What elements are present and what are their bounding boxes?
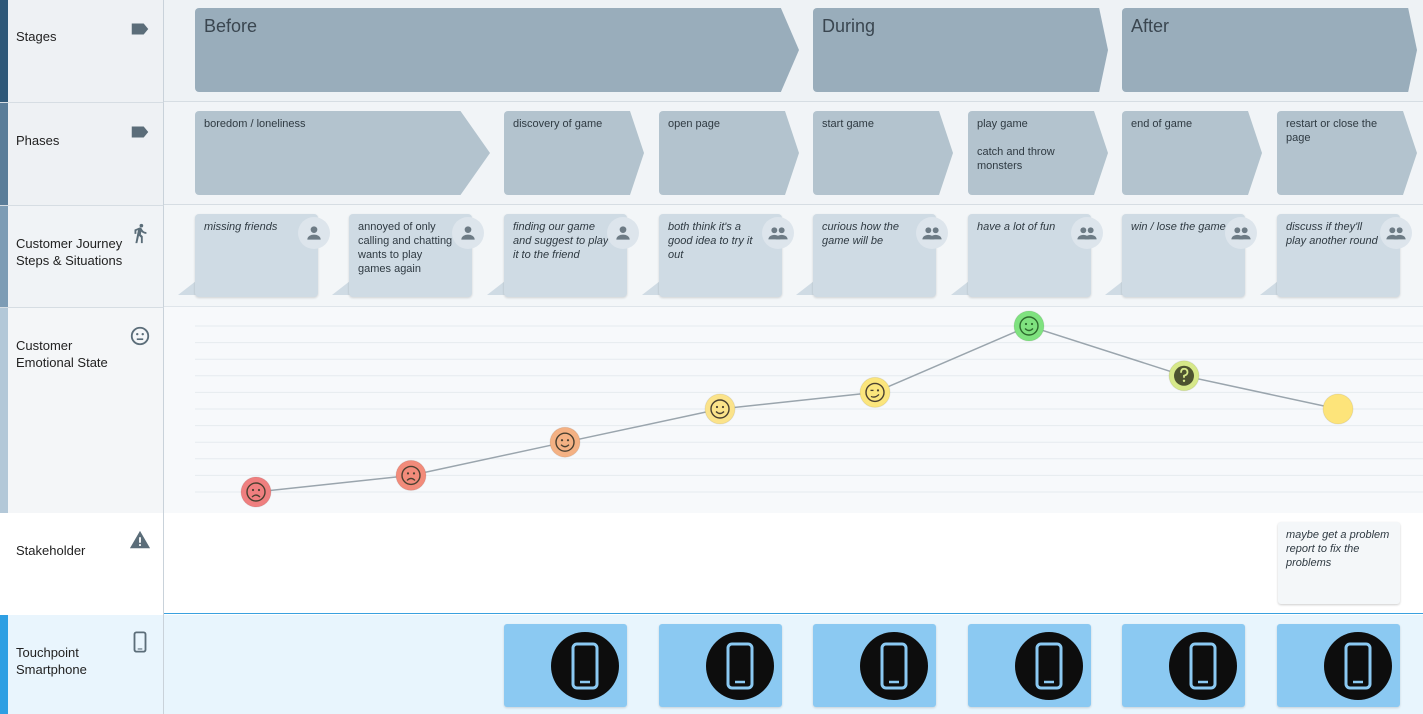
phase-card[interactable]: end of game bbox=[1122, 111, 1262, 195]
speech-tail bbox=[1105, 281, 1123, 295]
emotion-point[interactable] bbox=[1322, 393, 1354, 425]
stakeholder-row-bg bbox=[164, 513, 1423, 614]
journey-step-card[interactable]: finding our game and suggest to play it … bbox=[487, 214, 639, 297]
journey-step-text: finding our game and suggest to play it … bbox=[513, 221, 609, 261]
journey-step-text: win / lose the game bbox=[1131, 221, 1226, 233]
touchpoint-card[interactable] bbox=[504, 624, 627, 707]
single-person-icon bbox=[298, 217, 330, 249]
smartphone-icon bbox=[1015, 632, 1083, 700]
smartphone-icon bbox=[1169, 632, 1237, 700]
wink-face-icon[interactable] bbox=[859, 376, 891, 408]
single-person-icon bbox=[607, 217, 639, 249]
journey-step-text: annoyed of only calling and chatting wan… bbox=[358, 221, 453, 275]
lane-emotions[interactable]: Customer Emotional State bbox=[0, 307, 164, 513]
smartphone-icon bbox=[706, 632, 774, 700]
lane-touchpoint[interactable]: Touchpoint Smartphone bbox=[0, 615, 164, 714]
lane-stripe bbox=[0, 206, 8, 307]
walking-person-icon bbox=[134, 223, 147, 244]
lane-phases[interactable]: Phases bbox=[0, 102, 164, 205]
lane-label-touchpoint: Touchpoint Smartphone bbox=[16, 645, 87, 677]
touchpoint-card[interactable] bbox=[1277, 624, 1400, 707]
stakeholder-note-text: maybe get a problem report to fix the pr… bbox=[1286, 529, 1390, 569]
phase-card[interactable]: start game bbox=[813, 111, 953, 195]
speech-tail bbox=[487, 281, 505, 295]
speech-tail bbox=[642, 281, 660, 295]
label-icon bbox=[131, 126, 149, 138]
smartphone-icon bbox=[1324, 632, 1392, 700]
phase-card[interactable]: restart or close the page bbox=[1277, 111, 1417, 195]
group-icon bbox=[916, 217, 948, 249]
journey-step-card[interactable]: discuss if they'll play another round bbox=[1260, 214, 1412, 297]
lane-stages[interactable]: Stages bbox=[0, 0, 164, 102]
stage-during[interactable]: During bbox=[813, 8, 1108, 92]
phase-card[interactable]: open page bbox=[659, 111, 799, 195]
journey-step-card[interactable]: both think it's a good idea to try it ou… bbox=[642, 214, 794, 297]
speech-tail bbox=[951, 281, 969, 295]
lane-stripe bbox=[0, 0, 8, 102]
stage-label: Before bbox=[204, 16, 258, 36]
stage-label: After bbox=[1131, 16, 1170, 36]
stage-after[interactable]: After bbox=[1122, 8, 1417, 92]
lane-stakeholder[interactable]: Stakeholder bbox=[0, 513, 164, 615]
phase-label: open page bbox=[668, 118, 720, 130]
stage-label: During bbox=[822, 16, 876, 36]
touchpoint-card[interactable] bbox=[659, 624, 782, 707]
lane-steps[interactable]: Customer Journey Steps & Situations bbox=[0, 205, 164, 307]
touchpoint-card[interactable] bbox=[1122, 624, 1245, 707]
journey-step-card[interactable]: curious how the game will be bbox=[796, 214, 948, 297]
smartphone-icon bbox=[860, 632, 928, 700]
question-icon[interactable] bbox=[1168, 360, 1200, 392]
lane-label-stakeholder: Stakeholder bbox=[16, 543, 86, 558]
journey-step-card[interactable]: missing friends bbox=[178, 214, 330, 297]
phase-label: boredom / loneliness bbox=[204, 118, 306, 130]
speech-tail bbox=[178, 281, 196, 295]
phase-label: end of game bbox=[1131, 118, 1193, 130]
phase-label: play game catch and throw monsters bbox=[977, 118, 1055, 172]
sad-face-icon[interactable] bbox=[240, 476, 272, 508]
happy-face-icon[interactable] bbox=[1013, 310, 1045, 342]
phase-card[interactable]: play game catch and throw monsters bbox=[968, 111, 1108, 195]
lane-label-emotions: Customer Emotional State bbox=[16, 338, 108, 370]
lane-label-stages: Stages bbox=[16, 29, 57, 44]
smile-face-icon[interactable] bbox=[704, 393, 736, 425]
journey-step-text: both think it's a good idea to try it ou… bbox=[668, 221, 753, 261]
phase-label: restart or close the page bbox=[1286, 118, 1378, 144]
group-icon bbox=[1071, 217, 1103, 249]
stage-before[interactable]: Before bbox=[195, 8, 799, 92]
smartphone-icon bbox=[133, 631, 147, 653]
touchpoint-card[interactable] bbox=[968, 624, 1091, 707]
journey-step-card[interactable]: annoyed of only calling and chatting wan… bbox=[332, 214, 484, 297]
touchpoint-card[interactable] bbox=[813, 624, 936, 707]
speech-tail bbox=[796, 281, 814, 295]
phase-label: discovery of game bbox=[513, 118, 603, 130]
stakeholder-note[interactable]: maybe get a problem report to fix the pr… bbox=[1278, 522, 1400, 604]
speech-tail bbox=[332, 281, 350, 295]
journey-step-text: curious how the game will be bbox=[822, 221, 900, 247]
lane-stripe bbox=[0, 308, 8, 513]
warning-icon bbox=[129, 530, 151, 549]
neutral-face-icon bbox=[130, 326, 150, 346]
group-icon bbox=[762, 217, 794, 249]
sad-face-icon[interactable] bbox=[395, 459, 427, 491]
group-icon bbox=[1380, 217, 1412, 249]
group-icon bbox=[1225, 217, 1257, 249]
phase-card[interactable]: discovery of game bbox=[504, 111, 644, 195]
lane-label-phases: Phases bbox=[16, 133, 60, 148]
lane-stripe bbox=[0, 103, 8, 205]
neutral-smile-icon[interactable] bbox=[549, 426, 581, 458]
journey-step-text: missing friends bbox=[204, 221, 278, 233]
phase-card[interactable]: boredom / loneliness bbox=[195, 111, 490, 195]
lane-stripe bbox=[0, 615, 8, 714]
smartphone-icon bbox=[551, 632, 619, 700]
speech-tail bbox=[1260, 281, 1278, 295]
single-person-icon bbox=[452, 217, 484, 249]
journey-step-text: have a lot of fun bbox=[977, 221, 1056, 233]
label-icon bbox=[131, 23, 149, 35]
phase-label: start game bbox=[822, 118, 874, 130]
journey-step-text: discuss if they'll play another round bbox=[1286, 221, 1378, 247]
journey-step-card[interactable]: win / lose the game bbox=[1105, 214, 1257, 297]
emotion-graph bbox=[195, 310, 1423, 508]
lane-label-steps: Customer Journey Steps & Situations bbox=[16, 236, 123, 268]
journey-step-card[interactable]: have a lot of fun bbox=[951, 214, 1103, 297]
